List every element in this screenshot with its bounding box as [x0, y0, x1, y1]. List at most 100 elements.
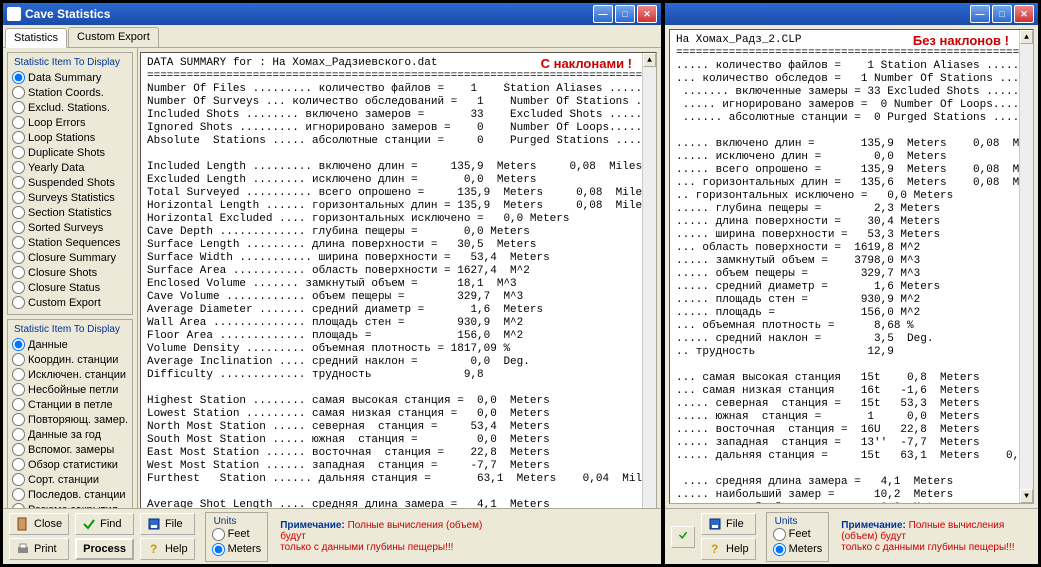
radio-input-g1-0[interactable] — [12, 71, 25, 84]
radio-input-g1-15[interactable] — [12, 296, 25, 309]
radio-g2-9[interactable]: Сорт. станции — [12, 472, 128, 487]
radio-input-g2-6[interactable] — [12, 428, 25, 441]
close-button[interactable]: ✕ — [637, 5, 657, 23]
radio-input-g2-1[interactable] — [12, 353, 25, 366]
data-line: ..... игнорировано замеров = 0 Number Of… — [676, 99, 1027, 112]
find-button[interactable]: Find — [75, 513, 134, 535]
radio-input-g2-2[interactable] — [12, 368, 25, 381]
data-line: .. трудность 12,9 — [676, 346, 1027, 359]
radio-g1-3[interactable]: Loop Errors — [12, 115, 128, 130]
process-button[interactable]: Process — [75, 538, 134, 560]
right-window: — □ ✕ Без наклонов ! На Хомах_Радз_2.CLP… — [662, 2, 1039, 565]
data-line — [147, 382, 650, 395]
meters-radio-2[interactable] — [773, 543, 786, 556]
radio-g2-4[interactable]: Станции в петле — [12, 397, 128, 412]
help-button[interactable]: ?Help — [140, 538, 195, 560]
feet-label-2: Feet — [789, 527, 811, 541]
data-line: ..... всего опрошено = 135,9 Meters 0,08… — [676, 164, 1027, 177]
radio-input-g1-10[interactable] — [12, 221, 25, 234]
radio-g2-10[interactable]: Последов. станции — [12, 487, 128, 502]
radio-g2-2[interactable]: Исключен. станции — [12, 367, 128, 382]
radio-g2-0[interactable]: Данные — [12, 337, 128, 352]
radio-g1-13[interactable]: Closure Shots — [12, 265, 128, 280]
data-line: ... объемная плотность = 8,68 % — [676, 320, 1027, 333]
radio-g1-10[interactable]: Sorted Surveys — [12, 220, 128, 235]
radio-g1-5[interactable]: Duplicate Shots — [12, 145, 128, 160]
minimize-button[interactable]: — — [593, 5, 613, 23]
data-line: ..... исключено длин = 0,0 Meters — [676, 151, 1027, 164]
radio-g2-8[interactable]: Обзор статистики — [12, 457, 128, 472]
radio-input-g1-7[interactable] — [12, 176, 25, 189]
data-line: Furthest Station ...... дальняя станция … — [147, 473, 650, 486]
radio-input-g1-14[interactable] — [12, 281, 25, 294]
scroll-up-icon-2[interactable]: ▲ — [1020, 30, 1033, 44]
file-button-2[interactable]: File — [701, 513, 756, 535]
radio-input-g1-9[interactable] — [12, 206, 25, 219]
radio-input-g1-3[interactable] — [12, 116, 25, 129]
radio-g2-7[interactable]: Вспомог. замеры — [12, 442, 128, 457]
radio-label-g1-11: Station Sequences — [28, 236, 120, 250]
radio-g1-6[interactable]: Yearly Data — [12, 160, 128, 175]
main-window: Cave Statistics — □ ✕ Statistics Custom … — [2, 2, 662, 565]
scroll-up-icon[interactable]: ▲ — [643, 53, 656, 67]
radio-input-g1-5[interactable] — [12, 146, 25, 159]
minimize-button-2[interactable]: — — [970, 5, 990, 23]
radio-g1-7[interactable]: Suspended Shots — [12, 175, 128, 190]
radio-g2-1[interactable]: Координ. станции — [12, 352, 128, 367]
radio-input-g2-8[interactable] — [12, 458, 25, 471]
feet-radio[interactable] — [212, 528, 225, 541]
data-line: Number Of Files ......... количество фай… — [147, 83, 650, 96]
data-line: Horizontal Excluded .... горизонтальных … — [147, 213, 650, 226]
radio-g1-4[interactable]: Loop Stations — [12, 130, 128, 145]
maximize-button[interactable]: □ — [615, 5, 635, 23]
radio-g1-11[interactable]: Station Sequences — [12, 235, 128, 250]
radio-input-g1-1[interactable] — [12, 86, 25, 99]
print-button[interactable]: Print — [9, 538, 69, 560]
close-button-2[interactable]: ✕ — [1014, 5, 1034, 23]
radio-g1-1[interactable]: Station Coords. — [12, 85, 128, 100]
radio-g1-12[interactable]: Closure Summary — [12, 250, 128, 265]
radio-input-g1-13[interactable] — [12, 266, 25, 279]
data-line: Difficulty ............. трудность 9,8 — [147, 369, 650, 382]
radio-g1-15[interactable]: Custom Export — [12, 295, 128, 310]
data-line: East Most Station ...... восточная станц… — [147, 447, 650, 460]
radio-input-g1-8[interactable] — [12, 191, 25, 204]
feet-radio-2[interactable] — [773, 528, 786, 541]
radio-g1-8[interactable]: Surveys Statistics — [12, 190, 128, 205]
data-line: ...... абсолютные станции = 0 Purged Sta… — [676, 112, 1027, 125]
help-button-2[interactable]: ?Help — [701, 538, 756, 560]
data-line: ... область поверхности = 1619,8 M^2 — [676, 242, 1027, 255]
radio-input-g2-9[interactable] — [12, 473, 25, 486]
close-button[interactable]: Close — [9, 513, 69, 535]
radio-g2-6[interactable]: Данные за год — [12, 427, 128, 442]
radio-g1-9[interactable]: Section Statistics — [12, 205, 128, 220]
find-button-2[interactable] — [671, 526, 695, 548]
radio-input-g1-12[interactable] — [12, 251, 25, 264]
radio-input-g2-4[interactable] — [12, 398, 25, 411]
radio-g1-0[interactable]: Data Summary — [12, 70, 128, 85]
radio-input-g2-3[interactable] — [12, 383, 25, 396]
radio-g1-14[interactable]: Closure Status — [12, 280, 128, 295]
maximize-button-2[interactable]: □ — [992, 5, 1012, 23]
window-title: Cave Statistics — [25, 7, 110, 21]
radio-input-g1-6[interactable] — [12, 161, 25, 174]
radio-input-g2-10[interactable] — [12, 488, 25, 501]
radio-g1-2[interactable]: Exclud. Stations. — [12, 100, 128, 115]
radio-input-g1-2[interactable] — [12, 101, 25, 114]
radio-g2-3[interactable]: Несбойные петли — [12, 382, 128, 397]
file-button[interactable]: File — [140, 513, 195, 535]
scroll-down-icon-2[interactable]: ▼ — [1020, 489, 1033, 503]
data-line: Total Surveyed .......... всего опрошено… — [147, 187, 650, 200]
tab-statistics[interactable]: Statistics — [5, 28, 67, 48]
radio-input-g2-5[interactable] — [12, 413, 25, 426]
scrollbar[interactable]: ▲ ▼ — [642, 53, 656, 560]
data-line: Enclosed Volume ....... замкнутый объем … — [147, 278, 650, 291]
meters-radio[interactable] — [212, 543, 225, 556]
radio-input-g2-7[interactable] — [12, 443, 25, 456]
radio-input-g2-0[interactable] — [12, 338, 25, 351]
radio-g2-5[interactable]: Повторяющ. замер. — [12, 412, 128, 427]
radio-input-g1-4[interactable] — [12, 131, 25, 144]
scrollbar-2[interactable]: ▲ ▼ — [1019, 30, 1033, 503]
radio-input-g1-11[interactable] — [12, 236, 25, 249]
tab-custom-export[interactable]: Custom Export — [68, 27, 159, 47]
